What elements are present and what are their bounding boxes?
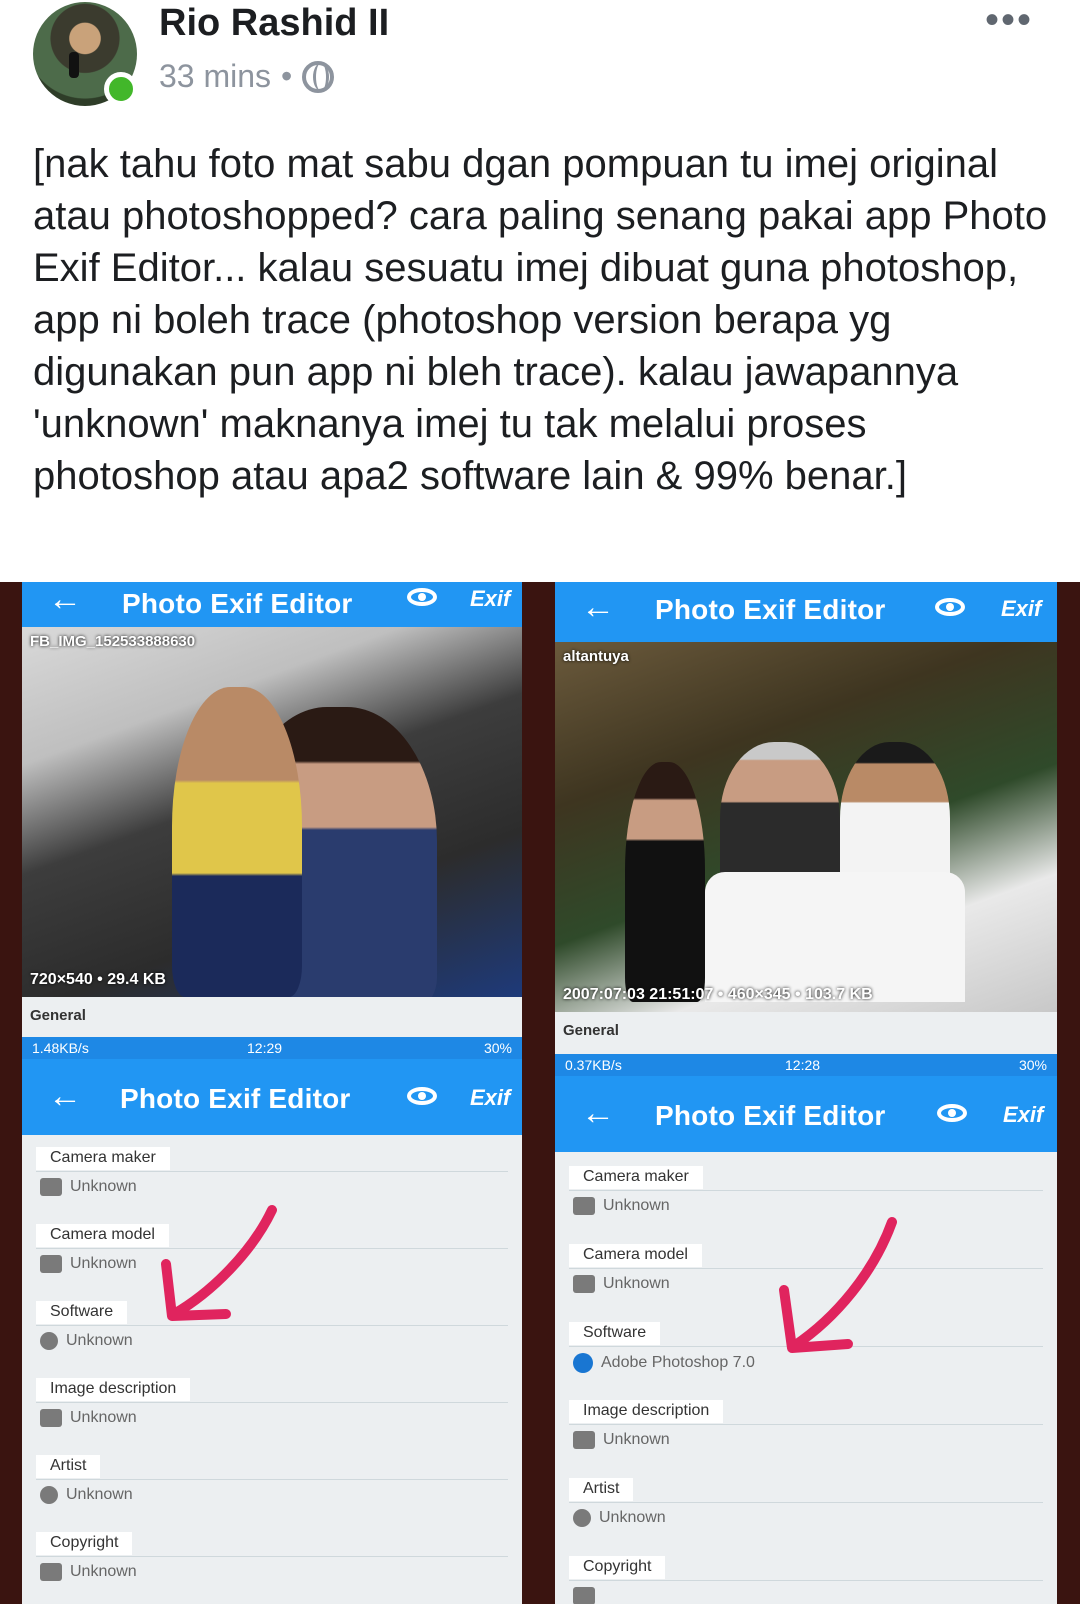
field-label: Software xyxy=(36,1301,128,1324)
post-meta: 33 mins • xyxy=(159,58,335,95)
field-label: Camera maker xyxy=(569,1166,703,1189)
field-artist[interactable]: Artist Unknown xyxy=(36,1455,508,1504)
building-icon xyxy=(573,1197,595,1215)
field-value: Unknown xyxy=(70,1409,137,1426)
copyright-icon xyxy=(573,1587,595,1604)
post-header: Rio Rashid II 33 mins • ••• xyxy=(0,0,1080,130)
right-app-bar: ← Photo Exif Editor Exif xyxy=(555,1076,1057,1152)
battery-level: 30% xyxy=(1018,1057,1047,1073)
field-copyright[interactable]: Copyright xyxy=(569,1556,1043,1604)
back-arrow-icon[interactable]: ← xyxy=(581,588,615,627)
photo-filename: altantuya xyxy=(563,648,629,665)
left-photo[interactable]: FB_IMG_152533888630 720×540 • 29.4 KB xyxy=(22,627,522,997)
app-title: Photo Exif Editor xyxy=(655,594,886,625)
post-time[interactable]: 33 mins xyxy=(159,58,271,95)
author-name[interactable]: Rio Rashid II xyxy=(159,2,389,45)
field-image-description[interactable]: Image description Unknown xyxy=(36,1378,508,1427)
exif-button[interactable]: Exif xyxy=(1001,596,1041,622)
gear-icon xyxy=(573,1353,593,1373)
field-value: Unknown xyxy=(70,1255,137,1272)
left-top-app-bar: ← Photo Exif Editor Exif xyxy=(22,582,522,627)
field-copyright[interactable]: Copyright Unknown xyxy=(36,1532,508,1581)
meta-separator: • xyxy=(281,58,293,94)
status-bar: 1.48KB/s 12:29 30% xyxy=(22,1037,522,1059)
left-screenshot-bottom: 1.48KB/s 12:29 30% ← Photo Exif Editor E… xyxy=(22,1037,522,1604)
general-label: General xyxy=(30,1007,86,1024)
field-label: Copyright xyxy=(36,1532,133,1555)
camera-icon xyxy=(40,1255,62,1273)
microphone-icon xyxy=(69,52,79,78)
field-camera-maker[interactable]: Camera maker Unknown xyxy=(569,1166,1043,1215)
text-lines-icon xyxy=(573,1431,595,1449)
photo-filename: FB_IMG_152533888630 xyxy=(30,633,196,650)
field-value: Unknown xyxy=(603,1275,670,1292)
app-title: Photo Exif Editor xyxy=(120,1083,351,1114)
eye-icon[interactable] xyxy=(937,1104,967,1122)
field-camera-maker[interactable]: Camera maker Unknown xyxy=(36,1147,508,1196)
right-screenshot-bottom: 0.37KB/s 12:28 30% ← Photo Exif Editor E… xyxy=(555,1054,1057,1604)
globe-icon[interactable] xyxy=(302,60,335,93)
exif-button[interactable]: Exif xyxy=(470,586,510,612)
person-icon xyxy=(40,1486,58,1504)
back-arrow-icon[interactable]: ← xyxy=(581,1094,615,1133)
field-label: Copyright xyxy=(569,1556,666,1579)
field-label: Image description xyxy=(36,1378,191,1401)
field-label: Artist xyxy=(36,1455,101,1478)
right-photo[interactable]: altantuya 2007:07:03 21:51:07 • 460×345 … xyxy=(555,642,1057,1012)
eye-icon[interactable] xyxy=(407,588,437,606)
red-arrow-annotation xyxy=(779,1217,897,1353)
left-screenshot-top: ← Photo Exif Editor Exif FB_IMG_15253388… xyxy=(22,582,522,1037)
photo-info: 720×540 • 29.4 KB xyxy=(30,971,166,988)
status-time: 12:28 xyxy=(785,1057,821,1073)
network-speed: 1.48KB/s xyxy=(32,1040,89,1056)
field-value: Unknown xyxy=(603,1197,670,1214)
woman-figure xyxy=(625,762,705,1002)
photo-info: 2007:07:03 21:51:07 • 460×345 • 103.7 KB xyxy=(563,986,873,1003)
field-label: Camera model xyxy=(569,1244,702,1267)
status-time: 12:29 xyxy=(247,1040,283,1056)
right-top-app-bar: ← Photo Exif Editor Exif xyxy=(555,582,1057,642)
field-value: Unknown xyxy=(66,1332,133,1349)
field-value: Unknown xyxy=(603,1431,670,1448)
field-value: Adobe Photoshop 7.0 xyxy=(601,1354,755,1371)
post-text: [nak tahu foto mat sabu dgan pompuan tu … xyxy=(33,142,1048,498)
field-value: Unknown xyxy=(599,1509,666,1526)
online-status-icon xyxy=(104,72,138,106)
left-app-bar: ← Photo Exif Editor Exif xyxy=(22,1059,522,1135)
app-title: Photo Exif Editor xyxy=(122,588,353,619)
gear-icon xyxy=(40,1332,58,1350)
table xyxy=(705,872,965,1002)
exif-button[interactable]: Exif xyxy=(1003,1102,1043,1128)
camera-icon xyxy=(573,1275,595,1293)
app-title: Photo Exif Editor xyxy=(655,1100,886,1131)
field-image-description[interactable]: Image description Unknown xyxy=(569,1400,1043,1449)
more-options-button[interactable]: ••• xyxy=(985,0,1033,40)
field-label: Artist xyxy=(569,1478,634,1501)
network-speed: 0.37KB/s xyxy=(565,1057,622,1073)
right-screenshot-top: ← Photo Exif Editor Exif altantuya 2007:… xyxy=(555,582,1057,1054)
building-icon xyxy=(40,1178,62,1196)
status-bar: 0.37KB/s 12:28 30% xyxy=(555,1054,1057,1076)
field-value: Unknown xyxy=(70,1178,137,1195)
field-label: Camera maker xyxy=(36,1147,170,1170)
copyright-icon xyxy=(40,1563,62,1581)
man-figure xyxy=(172,687,302,997)
back-arrow-icon[interactable]: ← xyxy=(48,1077,82,1116)
general-label: General xyxy=(563,1022,619,1039)
eye-icon[interactable] xyxy=(407,1087,437,1105)
field-label: Image description xyxy=(569,1400,724,1423)
eye-icon[interactable] xyxy=(935,598,965,616)
battery-level: 30% xyxy=(483,1040,512,1056)
field-value: Unknown xyxy=(66,1486,133,1503)
red-arrow-annotation xyxy=(161,1205,277,1321)
post-image[interactable]: ← Photo Exif Editor Exif FB_IMG_15253388… xyxy=(0,582,1080,1604)
field-label: Camera model xyxy=(36,1224,169,1247)
exif-button[interactable]: Exif xyxy=(470,1085,510,1111)
field-label: Software xyxy=(569,1322,661,1345)
person-icon xyxy=(573,1509,591,1527)
back-arrow-icon[interactable]: ← xyxy=(48,582,82,619)
field-artist[interactable]: Artist Unknown xyxy=(569,1478,1043,1527)
field-value: Unknown xyxy=(70,1563,137,1580)
text-lines-icon xyxy=(40,1409,62,1427)
